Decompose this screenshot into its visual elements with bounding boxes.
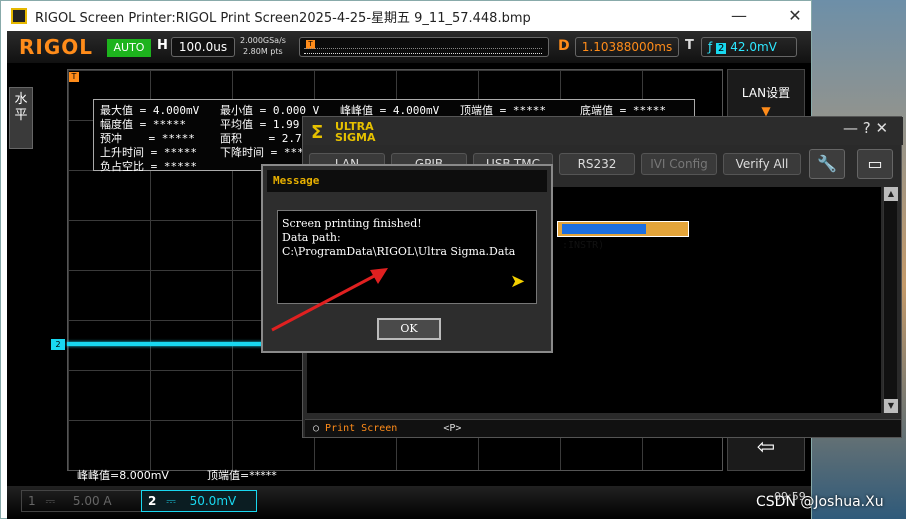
trigger-edge-icon: ƒ: [708, 40, 717, 54]
ultra-sigma-icon: Σ: [311, 122, 324, 143]
print-screen-label: Print Screen: [325, 423, 398, 434]
trigger-channel: 2: [716, 43, 727, 54]
scope-bottom-bar: 1 ⎓ 5.00 A 2 ⎓ 50.0mV: [7, 486, 811, 519]
memory-depth: 2.80M pts: [243, 47, 283, 56]
channel1-scale: 5.00 A: [72, 494, 112, 508]
close-button[interactable]: ✕: [779, 1, 811, 31]
measure-negative-duty: 负占空比 = *****: [100, 160, 197, 173]
status-dot-icon: ○: [313, 423, 326, 434]
ultra-sigma-logo: ULTRA SIGMA: [335, 120, 376, 144]
redacted-address: [562, 224, 646, 234]
trigger-marker: T: [69, 72, 79, 82]
trigger-label: T: [685, 38, 694, 53]
timebase-readout: 100.0us: [171, 37, 235, 57]
print-screen-shortcut: <P>: [443, 423, 462, 434]
horizontal-label: H: [157, 38, 168, 53]
message-line-1: Screen printing finished!: [282, 217, 422, 230]
scroll-up-icon[interactable]: ▲: [884, 187, 898, 201]
wrench-icon[interactable]: 🔧: [809, 149, 845, 179]
ultra-sigma-controls[interactable]: — ? ✕: [843, 119, 888, 137]
window-titlebar: RIGOL Screen Printer:RIGOL Print Screen2…: [1, 1, 811, 31]
channel1-number: 1: [28, 494, 36, 508]
delay-label: D: [558, 38, 570, 54]
paper-plane-icon: ➤: [510, 271, 526, 292]
trigger-level: 42.0mV: [730, 40, 777, 54]
auto-status-badge: AUTO: [107, 39, 151, 57]
sample-rate: 2.000GSa/s: [240, 36, 286, 45]
channel2-marker: 2: [51, 339, 65, 350]
ultra-sigma-status-bar: ○ Print Screen <P>: [305, 419, 901, 437]
trigger-readout: ƒ 2 42.0mV: [701, 37, 797, 57]
rigol-logo: RIGOL: [19, 35, 94, 59]
verify-all-button[interactable]: Verify All: [723, 153, 801, 175]
message-line-2: Data path:: [282, 231, 341, 244]
scroll-down-icon[interactable]: ▼: [884, 399, 898, 413]
channel1-tile[interactable]: 1 ⎓ 5.00 A: [21, 490, 143, 512]
annotation-arrow: [271, 268, 388, 332]
channel2-scale: 50.0mV: [189, 494, 237, 508]
instrument-resource-item[interactable]: :INSTR): [557, 221, 689, 251]
lan-settings-label: LAN设置: [741, 86, 791, 100]
message-path: C:\ProgramData\RIGOL\Ultra Sigma.Data: [282, 245, 516, 258]
tab-ivi-config[interactable]: IVI Config: [641, 153, 717, 175]
vpp-readout: 峰峰值=8.000mV: [77, 469, 169, 482]
horizontal-menu-tab[interactable]: 水平: [9, 87, 33, 149]
app-icon: [11, 8, 27, 24]
dialog-title: Message: [267, 170, 547, 192]
top-readout: 顶端值=*****: [207, 469, 277, 482]
measure-fall-time: 下降时间 = ***: [220, 146, 304, 159]
tab-rs232[interactable]: RS232: [559, 153, 635, 175]
minimize-button[interactable]: —: [723, 1, 755, 31]
ultra-sigma-titlebar: Σ ULTRA SIGMA — ? ✕: [303, 117, 903, 145]
scope-top-bar: RIGOL AUTO H 100.0us 2.000GSa/s 2.80M pt…: [7, 31, 811, 63]
channel2-coupling-icon: ⎓: [166, 494, 176, 508]
back-arrow-icon: ⇦: [756, 435, 776, 460]
window-icon[interactable]: ▭: [857, 149, 893, 179]
delay-value: 1.10388000ms: [575, 37, 679, 57]
channel2-number: 2: [148, 494, 157, 508]
channel2-trace: [67, 342, 277, 346]
csdn-watermark: CSDN @Joshua.Xu: [756, 494, 884, 510]
resource-scrollbar[interactable]: ▲ ▼: [883, 187, 898, 413]
window-title: RIGOL Screen Printer:RIGOL Print Screen2…: [35, 10, 531, 26]
channel1-coupling-icon: ⎓: [45, 494, 56, 508]
trigger-position-track: T: [299, 37, 549, 57]
desktop: RIGOL Screen Printer:RIGOL Print Screen2…: [0, 0, 906, 519]
channel2-tile[interactable]: 2 ⎓ 50.0mV: [141, 490, 257, 512]
waveform-overview: [304, 48, 542, 54]
